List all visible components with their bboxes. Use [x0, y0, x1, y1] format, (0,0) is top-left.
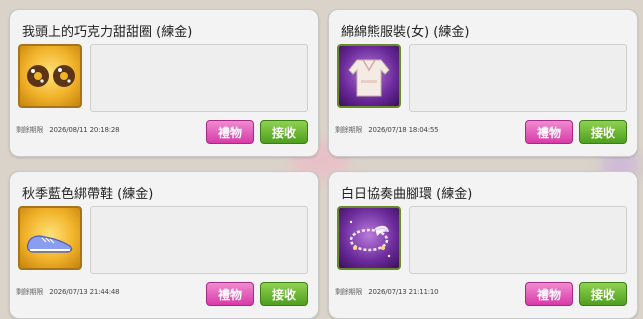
item-card: 綿綿熊服裝(女) (練金) 剩餘期限 2026/07/18 18:04:55 禮物…: [328, 9, 638, 157]
bear-outfit-icon[interactable]: [337, 44, 401, 108]
description-box: [409, 44, 627, 112]
expiry-label: 剩餘期限: [16, 126, 44, 134]
expiry-label: 剩餘期限: [335, 288, 363, 296]
item-card: 我頭上的巧克力甜甜圈 (練金) 剩餘期限 2026/08/11 20:18:28 …: [9, 9, 319, 157]
chocolate-donut-icon[interactable]: [18, 44, 82, 108]
expiry-value: 2026/07/13 21:44:48: [49, 288, 120, 296]
item-title: 秋季藍色綁帶鞋 (練金): [22, 187, 154, 202]
gift-button[interactable]: 禮物: [525, 120, 573, 144]
description-box: [409, 206, 627, 274]
item-title: 白日協奏曲腳環 (練金): [341, 187, 473, 202]
receive-button[interactable]: 接收: [260, 120, 308, 144]
expiry-time: 剩餘期限 2026/07/13 21:11:10: [335, 287, 439, 297]
item-title: 我頭上的巧克力甜甜圈 (練金): [22, 25, 193, 40]
receive-button[interactable]: 接收: [579, 282, 627, 306]
expiry-time: 剩餘期限 2026/07/13 21:44:48: [16, 287, 120, 297]
gift-button[interactable]: 禮物: [206, 282, 254, 306]
receive-button[interactable]: 接收: [260, 282, 308, 306]
expiry-label: 剩餘期限: [16, 288, 44, 296]
item-card: 秋季藍色綁帶鞋 (練金) 剩餘期限 2026/07/13 21:44:48 禮物 …: [9, 171, 319, 319]
expiry-value: 2026/07/18 18:04:55: [368, 126, 439, 134]
expiry-value: 2026/08/11 20:18:28: [49, 126, 120, 134]
gift-button[interactable]: 禮物: [525, 282, 573, 306]
blue-sneaker-icon[interactable]: [18, 206, 82, 270]
expiry-time: 剩餘期限 2026/07/18 18:04:55: [335, 125, 439, 135]
item-card: 白日協奏曲腳環 (練金) 剩餘期限 2026/07/13 21:11:10 禮物 …: [328, 171, 638, 319]
expiry-value: 2026/07/13 21:11:10: [368, 288, 439, 296]
expiry-label: 剩餘期限: [335, 126, 363, 134]
item-title: 綿綿熊服裝(女) (練金): [341, 25, 470, 40]
description-box: [90, 206, 308, 274]
gift-button[interactable]: 禮物: [206, 120, 254, 144]
receive-button[interactable]: 接收: [579, 120, 627, 144]
description-box: [90, 44, 308, 112]
expiry-time: 剩餘期限 2026/08/11 20:18:28: [16, 125, 120, 135]
anklet-icon[interactable]: [337, 206, 401, 270]
